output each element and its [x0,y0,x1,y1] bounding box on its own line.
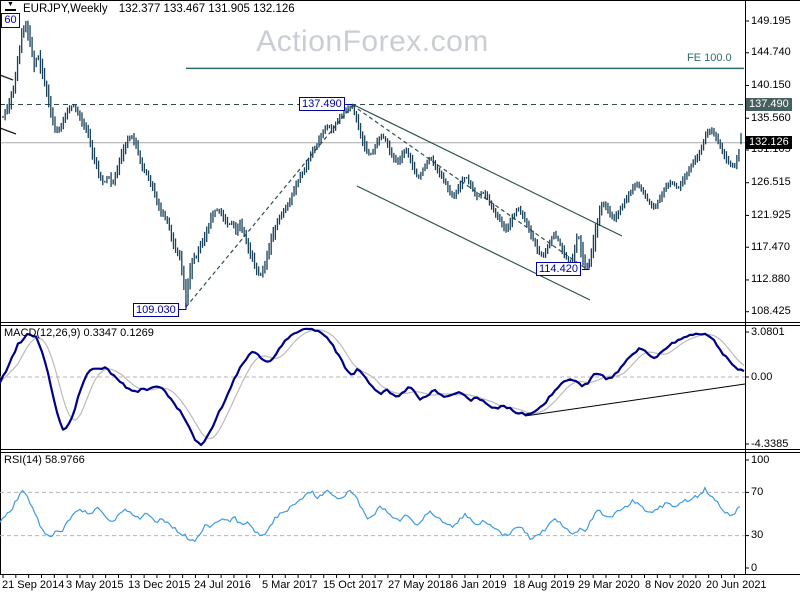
y-axis-label: 121.925 [751,209,791,221]
x-axis-date-label: 21 Sep 2014 [2,579,65,591]
macd-axis-label: 0.00 [751,371,773,383]
chart-canvas[interactable] [0,0,800,600]
macd-indicator-label: MACD(12,26,9) 0.3347 0.1269 [4,327,154,339]
annotation-support-114420[interactable]: 114.420 [536,262,581,276]
chart-header: EURJPY,Weekly 132.377 133.467 131.905 13… [23,3,295,15]
y-axis-label: 131.105 [751,143,791,155]
macd-axis-label: -4.3385 [751,438,789,450]
period-badge: 60 [1,13,20,28]
x-axis-date-label: 5 Mar 2017 [262,579,318,591]
x-axis-date-label: 24 Jul 2016 [194,579,251,591]
macd-axis-label: 3.0801 [751,326,785,338]
y-axis-label: 140.150 [751,79,791,91]
y-axis-label: 117.470 [751,241,790,253]
fibonacci-extension-label: FE 100.0 [687,52,732,64]
y-axis-label: 108.425 [751,305,791,317]
x-axis-date-label: 18 Aug 2019 [513,579,575,591]
annotation-resistance-137490[interactable]: 137.490 [299,97,345,111]
x-axis-date-label: 6 Jan 2019 [452,579,507,591]
symbol-title: EURJPY,Weekly [23,3,108,15]
y-axis-label: 135.560 [751,112,791,124]
x-axis-date-label: 3 May 2015 [66,579,124,591]
y-axis-label: 149.195 [751,15,791,27]
rsi-axis-label: 70 [751,486,764,498]
ohlc-values: 132.377 133.467 131.905 132.126 [118,3,295,15]
rsi-axis-label: 0 [751,562,758,574]
x-axis-date-label: 15 Oct 2017 [323,579,383,591]
x-axis-date-label: 8 Nov 2020 [645,579,702,591]
scroll-to-end-icon[interactable]: ▼ [5,1,16,11]
y-axis-label: 144.740 [751,46,791,58]
rsi-indicator-label: RSI(14) 58.9766 [4,454,85,466]
y-axis-label: 126.515 [751,176,791,188]
rsi-axis-label: 100 [751,454,770,466]
x-axis-date-label: 20 Jun 2021 [706,579,767,591]
y-axis-label: 112.880 [751,273,790,285]
x-axis-date-label: 27 May 2018 [388,579,452,591]
x-axis-date-label: 13 Dec 2015 [128,579,191,591]
y-axis-price-tag: 137.490 [746,98,792,111]
annotation-low-109030[interactable]: 109.030 [133,303,179,317]
chart-window: ActionForex.com ▼ EURJPY,Weekly 132.377 … [0,0,800,600]
x-axis-date-label: 29 Mar 2020 [578,579,640,591]
rsi-axis-label: 30 [751,529,764,541]
